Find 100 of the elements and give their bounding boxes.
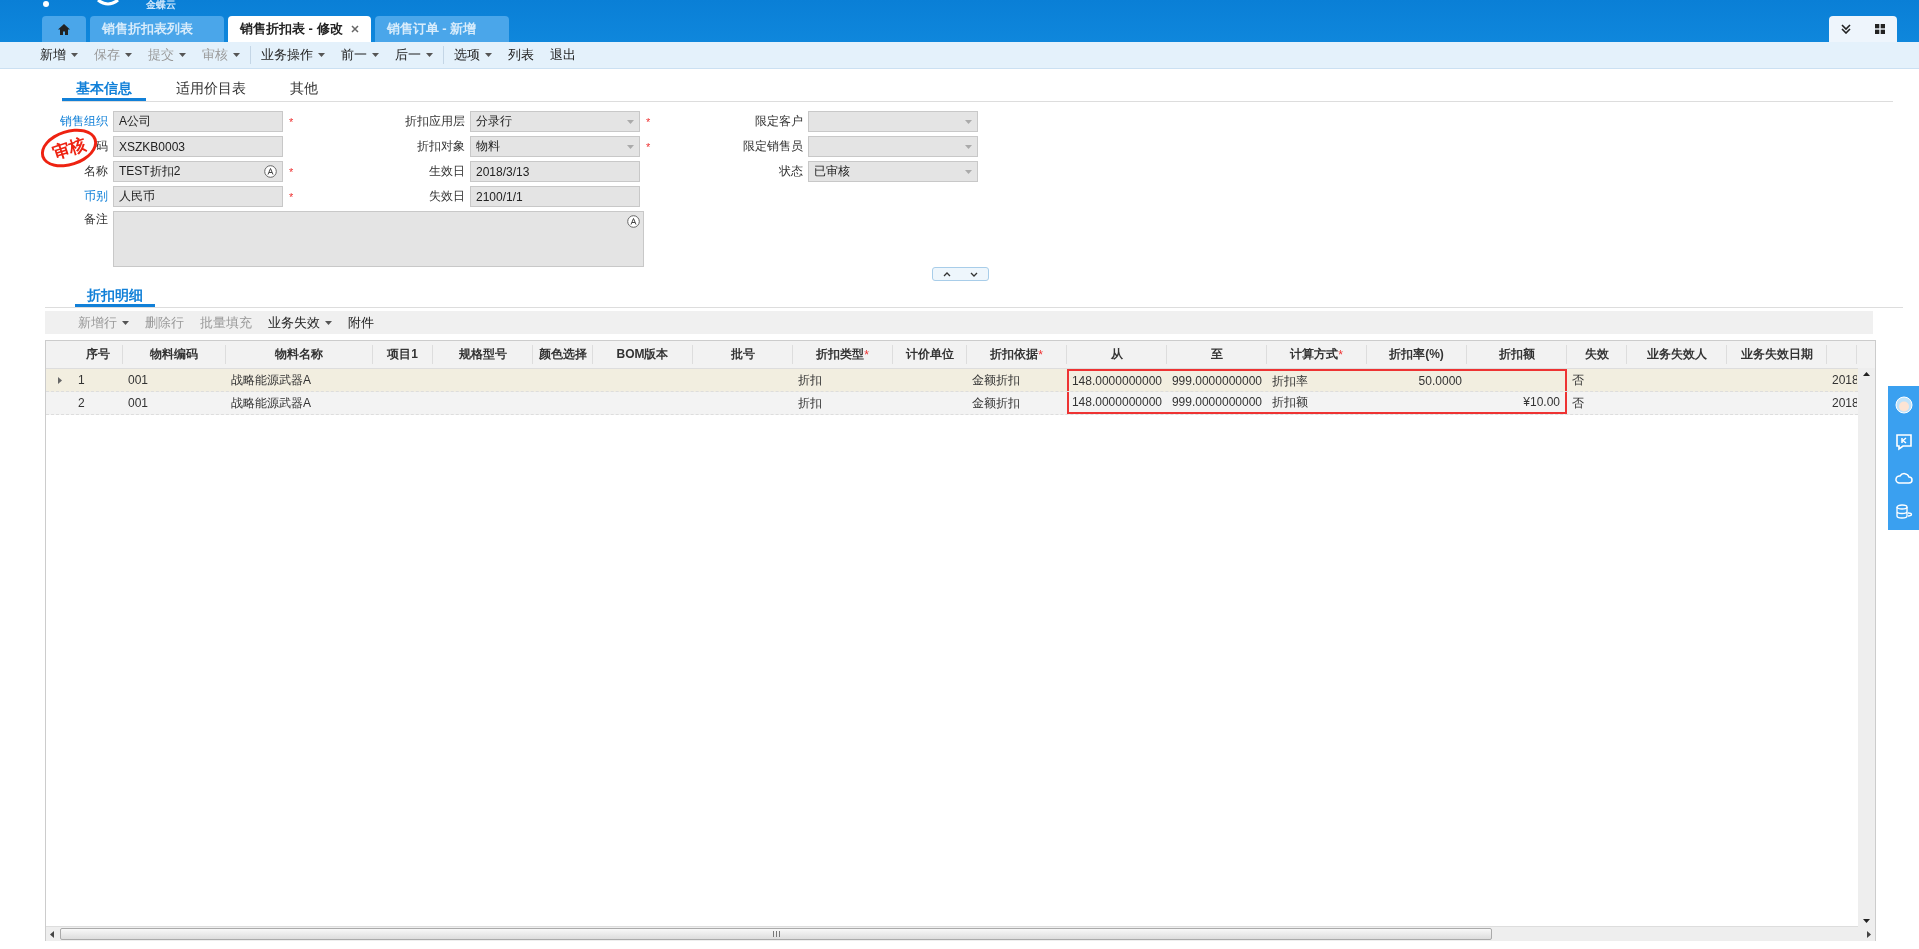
input-field[interactable]: XSZKB0003: [113, 136, 283, 157]
caret-icon: [71, 53, 78, 57]
table-cell-text: 否: [1571, 394, 1585, 412]
select-field[interactable]: [808, 111, 978, 132]
page-tab[interactable]: 销售折扣表 - 修改: [228, 16, 371, 42]
collapse-toggle[interactable]: [932, 267, 989, 281]
cloud-icon[interactable]: [1894, 470, 1913, 485]
toolbar-button[interactable]: 列表: [500, 46, 542, 64]
toolbar-button[interactable]: 退出: [542, 46, 584, 64]
field-label: 限定销售员: [743, 138, 803, 155]
toolbar-button[interactable]: 附件: [340, 313, 382, 332]
field-label: 失效日: [429, 188, 465, 205]
dropdown-icon: [965, 119, 972, 124]
form-tab[interactable]: 基本信息: [62, 77, 146, 101]
caret-icon: [122, 320, 129, 325]
table-cell: 999.0000000000: [1167, 392, 1267, 414]
double-chevron-icon: [1841, 24, 1851, 34]
dropdown-icon: [965, 144, 972, 149]
vertical-scrollbar[interactable]: [1858, 368, 1875, 927]
grid-icon: [1875, 24, 1885, 34]
column-header[interactable]: 业务失效人: [1627, 345, 1727, 364]
input-field[interactable]: 2100/1/1: [470, 186, 640, 207]
select-field[interactable]: [808, 136, 978, 157]
toolbar-button[interactable]: 选项: [446, 46, 500, 64]
select-field[interactable]: 分录行: [470, 111, 640, 132]
dropdown-icon: [627, 119, 634, 124]
input-field[interactable]: 人民币: [113, 186, 283, 207]
table-cell-text: 金额折扣: [971, 371, 1021, 389]
column-header[interactable]: 计算方式*: [1267, 345, 1367, 364]
chevron-down-icon[interactable]: [970, 271, 979, 277]
form-tab[interactable]: 适用价目表: [162, 77, 260, 101]
column-header[interactable]: 规格型号: [433, 345, 533, 364]
column-header[interactable]: 物料名称: [226, 345, 373, 364]
scroll-down-icon[interactable]: [1863, 919, 1870, 923]
table-cell-text: 战略能源武器A: [230, 371, 312, 389]
column-header[interactable]: 折扣依据*: [967, 345, 1067, 364]
scroll-left-icon[interactable]: [50, 930, 54, 938]
toolbar-button[interactable]: 后一: [387, 46, 444, 64]
scroll-right-icon[interactable]: [1867, 930, 1871, 938]
detail-tab[interactable]: 折扣明细: [75, 285, 155, 307]
form-tab[interactable]: 其他: [276, 77, 332, 101]
toolbar-button[interactable]: 新增: [32, 46, 86, 64]
column-header[interactable]: 计价单位: [893, 345, 967, 364]
dropdown-icon: [965, 169, 972, 174]
table-cell-text: 001: [127, 372, 150, 389]
chevron-up-icon[interactable]: [942, 271, 951, 277]
table-cell-text: 否: [1571, 371, 1585, 389]
field-label: 折扣对象: [417, 138, 465, 155]
row-pointer-icon: [57, 376, 62, 384]
input-field[interactable]: A公司: [113, 111, 283, 132]
caret-icon: [372, 53, 379, 57]
horizontal-scrollbar[interactable]: [46, 926, 1875, 941]
scroll-up-icon[interactable]: [1863, 372, 1870, 376]
column-header[interactable]: 折扣额: [1467, 345, 1567, 364]
input-field[interactable]: 2018/3/13: [470, 161, 640, 182]
language-icon[interactable]: [264, 165, 277, 178]
table-cell: 折扣额: [1267, 392, 1367, 414]
table-cell-text: 金额折扣: [971, 394, 1021, 412]
chat-icon[interactable]: [1894, 433, 1913, 452]
required-mark: *: [289, 190, 294, 203]
field-label: 状态: [779, 163, 803, 180]
toolbar-button[interactable]: 前一: [333, 46, 387, 64]
caret-icon: [125, 53, 132, 57]
assistant-icon[interactable]: [1894, 395, 1913, 414]
remark-field[interactable]: [113, 211, 644, 267]
column-header[interactable]: 业务失效日期: [1727, 345, 1827, 364]
table-cell-text: 折扣: [797, 394, 823, 412]
column-header[interactable]: 项目1: [373, 345, 433, 364]
table-cell-text: 1: [77, 372, 86, 389]
table-cell-text: 2: [77, 395, 86, 412]
column-header[interactable]: 批号: [693, 345, 793, 364]
column-header[interactable]: 折扣类型*: [793, 345, 893, 364]
caret-icon: [318, 53, 325, 57]
column-header[interactable]: 颜色选择: [533, 345, 593, 364]
scroll-thumb[interactable]: [60, 928, 1492, 940]
table-cell: 148.0000000000: [1067, 392, 1167, 414]
column-header[interactable]: 物料编码: [123, 345, 226, 364]
column-header[interactable]: 失效: [1567, 345, 1627, 364]
column-header[interactable]: BOM版本: [593, 345, 693, 364]
language-icon[interactable]: [627, 215, 640, 228]
table-cell: ¥10.00: [1467, 392, 1567, 414]
input-field[interactable]: TEST折扣2: [113, 161, 283, 182]
caret-icon: [426, 53, 433, 57]
select-field[interactable]: 已审核: [808, 161, 978, 182]
column-header[interactable]: 至: [1167, 345, 1267, 364]
table-cell-text: 001: [127, 395, 150, 412]
toolbar-button[interactable]: 业务操作: [253, 46, 333, 64]
toolbar-button[interactable]: 业务失效: [260, 313, 340, 332]
home-tab[interactable]: [42, 16, 86, 42]
select-field[interactable]: 物料: [470, 136, 640, 157]
required-mark: *: [646, 140, 651, 153]
column-header[interactable]: 序号: [73, 345, 123, 364]
field-label[interactable]: 币别: [84, 188, 108, 205]
required-mark: *: [289, 165, 294, 178]
column-header[interactable]: 折扣率(%): [1367, 345, 1467, 364]
close-icon[interactable]: [350, 25, 359, 33]
coins-icon[interactable]: [1894, 504, 1913, 521]
column-header[interactable]: 从: [1067, 345, 1167, 364]
table-cell-text: 折扣: [797, 371, 823, 389]
caret-icon: [233, 53, 240, 57]
